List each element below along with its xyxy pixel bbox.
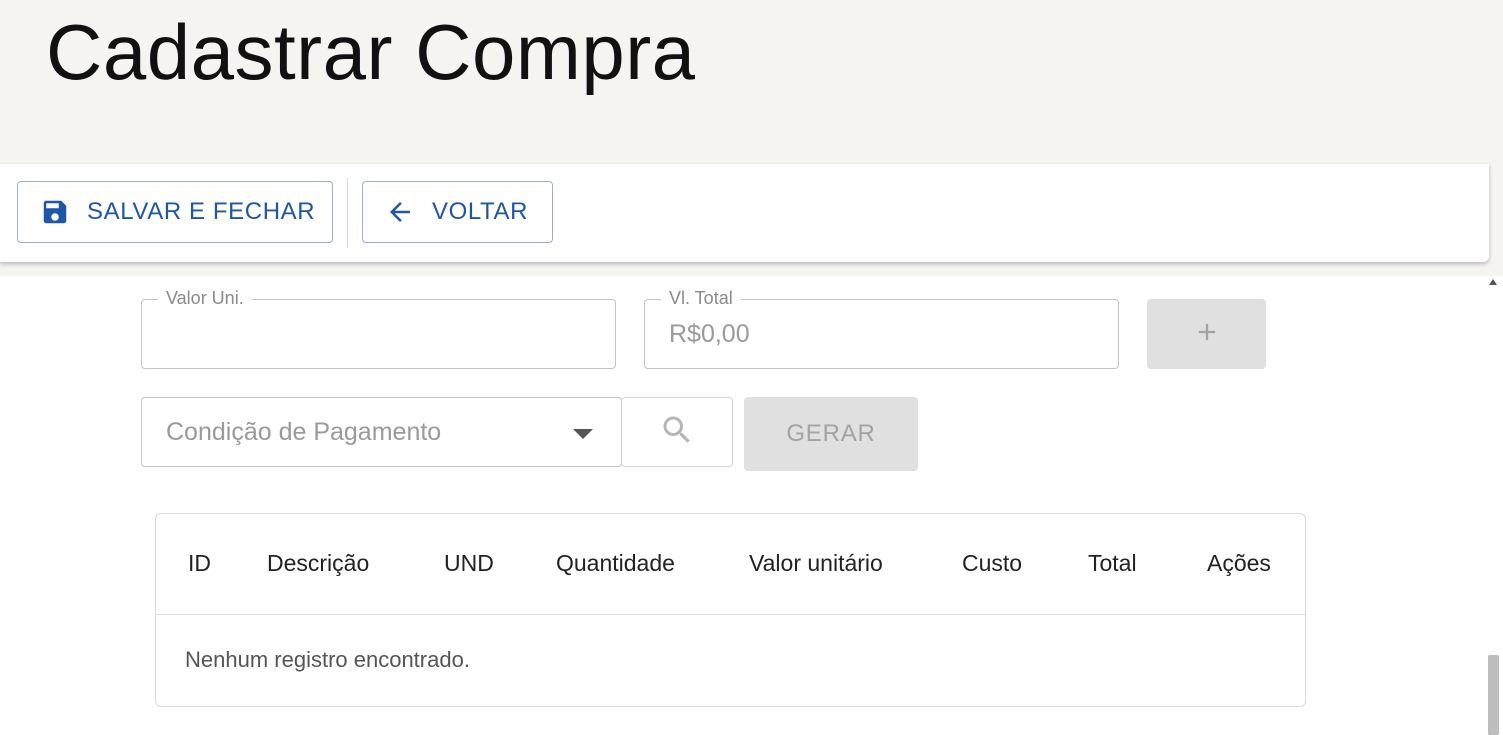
condicao-pagamento-placeholder: Condição de Pagamento [166,418,442,446]
column-header-id[interactable]: ID [188,550,211,577]
table-header: ID Descrição UND Quantidade Valor unitár… [156,514,1305,615]
back-button[interactable]: VOLTAR [362,181,553,243]
page-title: Cadastrar Compra [46,8,696,96]
save-and-close-button[interactable]: SALVAR E FECHAR [17,181,333,243]
vl-total-value: R$0,00 [669,320,750,348]
condicao-pagamento-select[interactable]: Condição de Pagamento [141,397,622,467]
scrollbar-thumb[interactable] [1488,655,1499,735]
valor-uni-field[interactable]: Valor Uni. [141,288,616,369]
vl-total-label: Vl. Total [661,288,741,309]
search-icon [659,412,695,453]
search-condicao-button[interactable] [621,397,733,467]
save-and-close-label: SALVAR E FECHAR [87,198,316,225]
plus-icon [1193,318,1221,351]
column-header-total[interactable]: Total [1088,550,1137,577]
column-header-quantidade[interactable]: Quantidade [556,550,675,577]
toolbar-divider [347,178,348,248]
column-header-und[interactable]: UND [444,550,494,577]
chevron-down-icon [573,429,593,439]
back-label: VOLTAR [432,198,529,225]
arrow-left-icon [385,197,415,227]
scroll-up-arrow-icon[interactable] [1489,279,1497,285]
save-icon [40,197,70,227]
vl-total-field[interactable]: Vl. Total R$0,00 [644,288,1119,369]
empty-table-message: Nenhum registro encontrado. [185,647,470,672]
column-header-descricao[interactable]: Descrição [267,550,369,577]
column-header-custo[interactable]: Custo [962,550,1022,577]
gerar-button[interactable]: GERAR [744,397,918,471]
action-toolbar: SALVAR E FECHAR VOLTAR [0,164,1489,262]
column-header-valor-unitario[interactable]: Valor unitário [749,550,883,577]
valor-uni-label: Valor Uni. [158,288,252,309]
add-item-button[interactable] [1147,299,1266,369]
items-table: ID Descrição UND Quantidade Valor unitár… [155,513,1306,707]
column-header-acoes: Ações [1207,550,1271,576]
